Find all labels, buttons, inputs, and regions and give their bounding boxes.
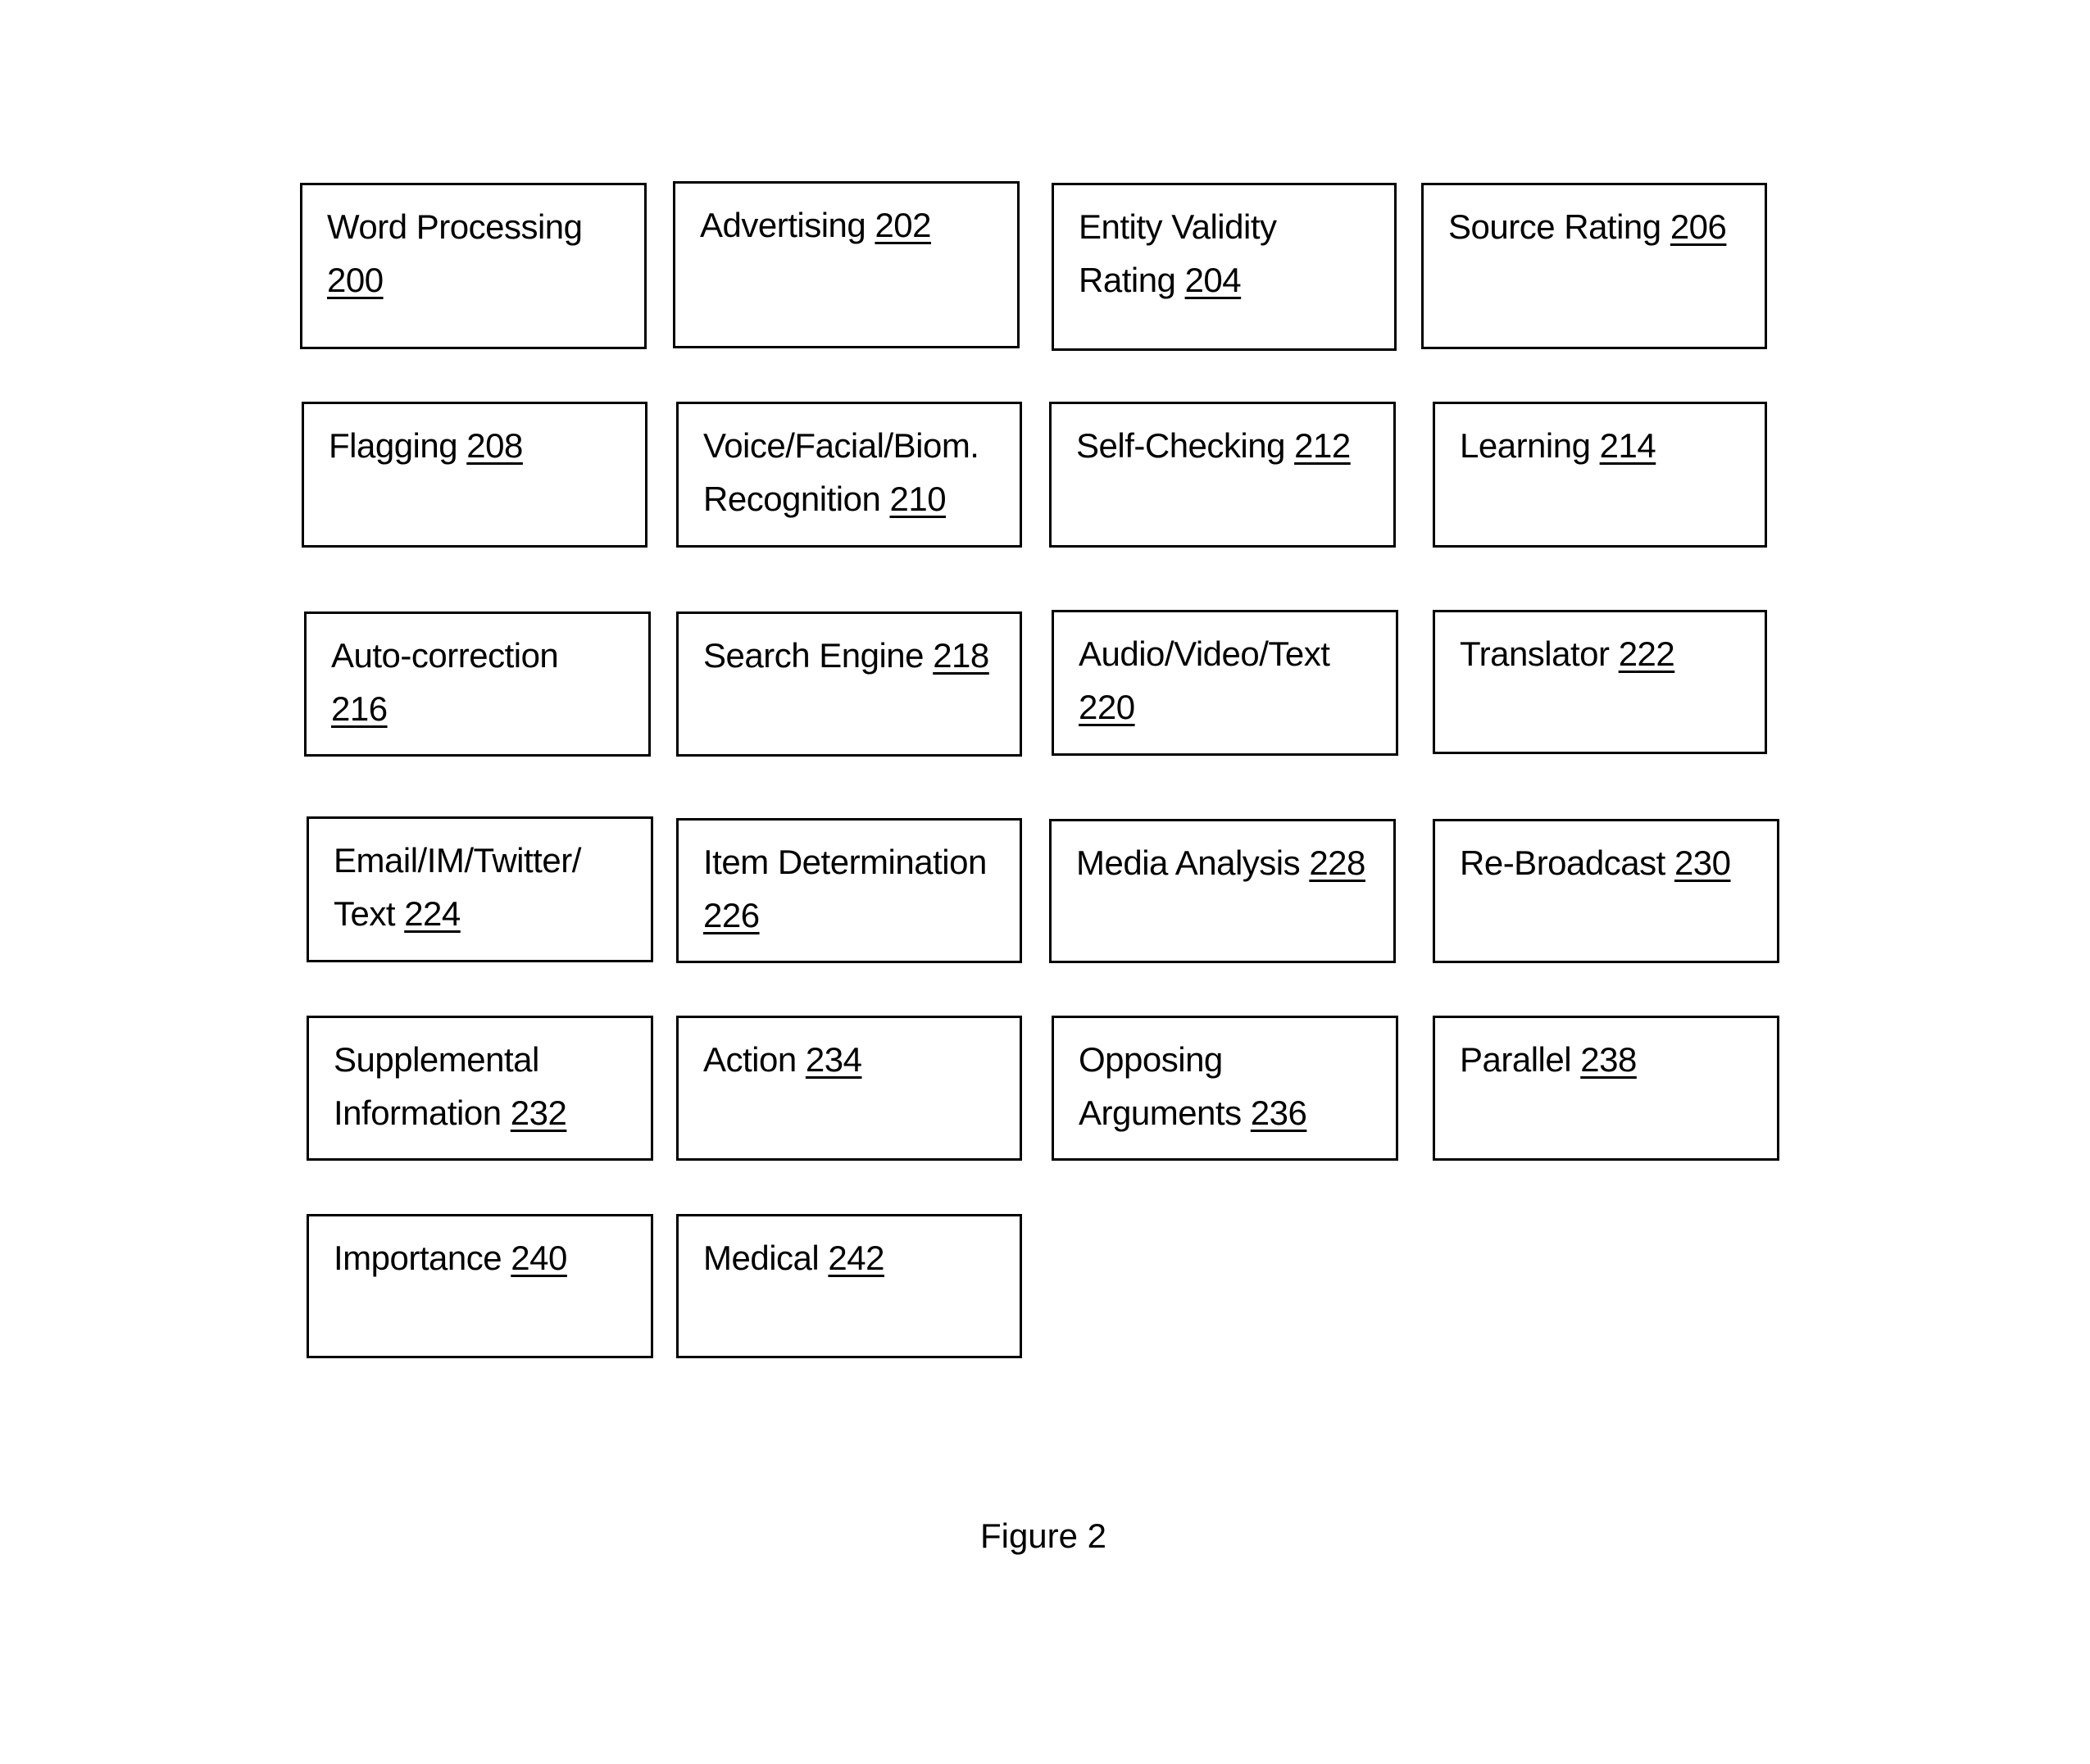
module-ref: 200: [327, 261, 384, 299]
module-ref: 236: [1250, 1093, 1307, 1132]
module-box-self-checking: Self-Checking 212: [1049, 402, 1396, 548]
module-label: Importance: [334, 1239, 502, 1277]
module-ref: 220: [1079, 688, 1135, 726]
module-box-word-processing: Word Processing 200: [300, 183, 647, 349]
module-ref: 204: [1184, 261, 1242, 299]
module-ref: 206: [1670, 207, 1727, 246]
module-box-media-analysis: Media Analysis 228: [1049, 819, 1396, 963]
module-ref: 218: [933, 636, 989, 675]
module-box-source-rating: Source Rating 206: [1421, 183, 1767, 349]
figure-caption: Figure 2: [979, 1516, 1107, 1555]
module-ref: 224: [404, 894, 461, 933]
module-box-medical: Medical 242: [676, 1214, 1022, 1358]
module-box-learning: Learning 214: [1433, 402, 1767, 548]
module-label: Translator: [1460, 634, 1610, 673]
module-ref: 212: [1294, 426, 1351, 465]
module-box-entity-validity-rating: Entity Validity Rating 204: [1052, 183, 1397, 351]
module-label: Action: [703, 1040, 797, 1079]
module-ref: 202: [875, 206, 932, 244]
module-ref: 238: [1580, 1040, 1637, 1079]
module-ref: 216: [331, 689, 388, 728]
module-ref: 210: [889, 480, 947, 518]
module-ref: 208: [466, 426, 523, 465]
module-box-supplemental-information: Supplemental Information 232: [307, 1016, 653, 1161]
module-label: Learning: [1460, 426, 1591, 465]
module-ref: 242: [828, 1239, 884, 1277]
module-label: Re-Broadcast: [1460, 843, 1665, 882]
module-ref: 230: [1674, 843, 1731, 882]
module-label: Advertising: [700, 206, 866, 244]
module-box-search-engine: Search Engine 218: [676, 611, 1022, 757]
module-box-translator: Translator 222: [1433, 610, 1767, 754]
module-box-audio-video-text: Audio/Video/Text 220: [1052, 610, 1398, 756]
module-box-email-im-twitter-text: Email/IM/Twitter/ Text 224: [307, 816, 653, 962]
module-label: Supplemental Information: [334, 1040, 539, 1132]
module-label: Word Processing: [327, 207, 583, 246]
module-label: Media Analysis: [1076, 843, 1301, 882]
module-ref: 232: [510, 1093, 567, 1132]
module-ref: 214: [1599, 426, 1656, 465]
module-label: Search Engine: [703, 636, 925, 675]
module-label: Auto-correction: [331, 636, 559, 675]
module-ref: 226: [703, 896, 760, 934]
module-label: Flagging: [329, 426, 458, 465]
module-box-item-determination: Item Determination 226: [676, 818, 1022, 963]
module-label: Self-Checking: [1076, 426, 1285, 465]
module-ref: 228: [1309, 843, 1365, 882]
module-box-advertising: Advertising 202: [673, 181, 1020, 348]
module-box-auto-correction: Auto-correction 216: [304, 611, 651, 757]
module-label: Medical: [703, 1239, 820, 1277]
module-label: Opposing Arguments: [1079, 1040, 1242, 1132]
module-box-voice-facial-biom-recognition: Voice/Facial/Biom. Recognition 210: [676, 402, 1022, 548]
module-box-parallel: Parallel 238: [1433, 1016, 1779, 1161]
module-ref: 234: [805, 1040, 862, 1079]
module-box-re-broadcast: Re-Broadcast 230: [1433, 819, 1779, 963]
module-box-importance: Importance 240: [307, 1214, 653, 1358]
module-label: Audio/Video/Text: [1079, 634, 1330, 673]
module-label: Item Determination: [703, 843, 987, 881]
module-ref: 240: [511, 1239, 567, 1277]
module-label: Source Rating: [1448, 207, 1661, 246]
module-box-action: Action 234: [676, 1016, 1022, 1161]
module-box-flagging: Flagging 208: [302, 402, 647, 548]
module-label: Parallel: [1460, 1040, 1572, 1079]
module-box-opposing-arguments: Opposing Arguments 236: [1052, 1016, 1398, 1161]
module-label: Entity Validity Rating: [1079, 207, 1277, 299]
module-ref: 222: [1618, 634, 1675, 673]
